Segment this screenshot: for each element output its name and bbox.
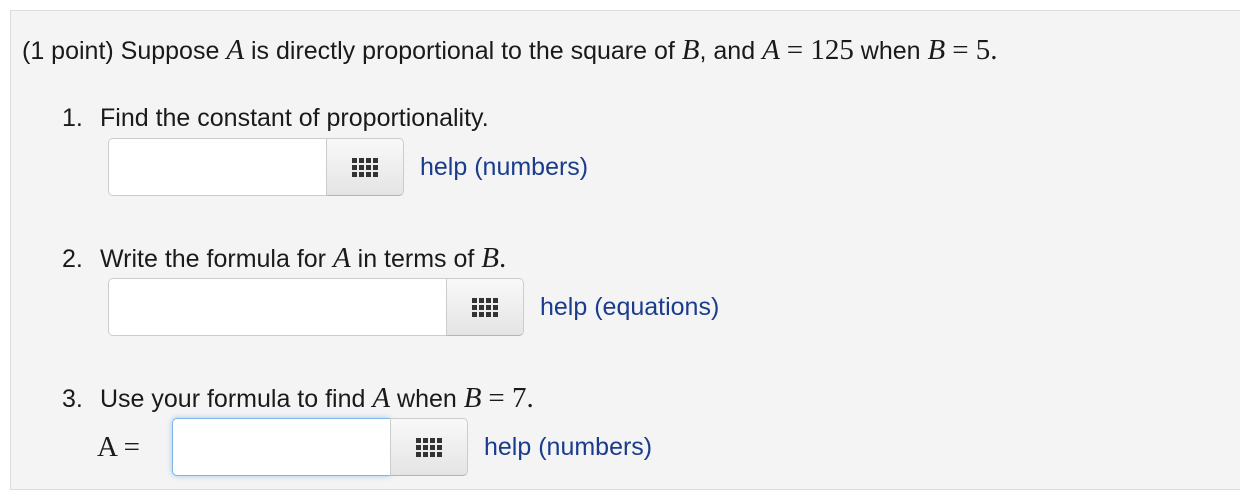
answer-input-3[interactable]: [172, 418, 390, 476]
equation-palette-button-2[interactable]: [446, 278, 524, 336]
question-text-mid: when: [397, 385, 457, 413]
question-2: 2. Write the formula for A in terms of B.: [62, 243, 506, 274]
problem-statement: (1 point) Suppose A is directly proporti…: [22, 35, 998, 66]
question-3: 3. Use your formula to find A when B = 7.: [62, 383, 534, 414]
answer-input-2[interactable]: [108, 278, 446, 336]
help-link-numbers[interactable]: help (numbers): [420, 153, 588, 182]
answer-row-3: A = help (numbers): [97, 417, 652, 477]
intro-when: when: [860, 37, 921, 65]
answer-row-1: help (numbers): [108, 137, 588, 197]
var-b: B: [681, 34, 700, 66]
equation-palette-button-3[interactable]: [390, 418, 468, 476]
intro-and: , and: [699, 37, 756, 65]
equation-a: = 125: [786, 34, 854, 66]
var-a: A: [332, 242, 351, 274]
equation-b: = 7.: [488, 382, 534, 414]
question-text: Write the formula for: [100, 245, 327, 273]
var-b-eq: B: [927, 34, 946, 66]
grid-icon: [352, 157, 378, 177]
question-text: Use your formula to find: [100, 385, 366, 413]
answer-label: A =: [97, 430, 140, 463]
grid-icon: [472, 297, 498, 317]
var-b: B: [481, 242, 500, 274]
var-a: A: [226, 34, 245, 66]
answer-input-1[interactable]: [108, 138, 326, 196]
var-b: B: [463, 382, 482, 414]
answer-row-2: help (equations): [108, 277, 719, 337]
question-number: 1.: [62, 104, 83, 132]
equation-b: = 5.: [952, 34, 998, 66]
question-number: 2.: [62, 245, 83, 273]
question-number: 3.: [62, 385, 83, 413]
question-text-mid: in terms of: [357, 245, 475, 273]
var-a: A: [372, 382, 391, 414]
question-1: 1. Find the constant of proportionality.: [62, 103, 489, 133]
question-text: Find the constant of proportionality.: [100, 104, 489, 132]
help-link-equations[interactable]: help (equations): [540, 293, 719, 322]
help-link-numbers[interactable]: help (numbers): [484, 433, 652, 462]
equation-palette-button-1[interactable]: [326, 138, 404, 196]
intro-prefix: (1 point) Suppose: [22, 37, 220, 65]
grid-icon: [416, 437, 442, 457]
var-a-eq: A: [762, 34, 780, 66]
intro-text: is directly proportional to the square o…: [250, 37, 675, 65]
period: .: [499, 242, 507, 274]
